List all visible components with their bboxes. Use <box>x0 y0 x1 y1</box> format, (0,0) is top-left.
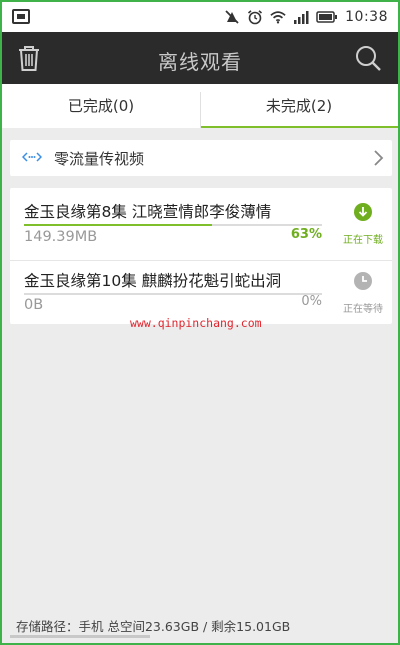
zero-traffic-label: 零流量传视频 <box>54 149 145 168</box>
chevron-right-icon <box>372 149 384 167</box>
download-icon <box>353 202 373 222</box>
progress-fill <box>24 224 212 226</box>
signal-icon <box>293 9 309 25</box>
waiting-status-text: 正在等待 <box>343 304 383 315</box>
progress-bar <box>24 224 322 226</box>
app-frame: 10:38 离线观看 已完成(0) 未完成(2) 零流量传视频 金玉良缘第8集 … <box>0 0 400 645</box>
page-title: 离线观看 <box>158 50 242 74</box>
watermark-text: www.qinpinchang.com <box>130 316 262 330</box>
clock-time: 10:38 <box>345 9 388 25</box>
progress-bar <box>24 293 322 295</box>
image-icon <box>12 9 30 24</box>
download-size: 149.39MB <box>24 229 98 245</box>
tab-divider <box>200 92 201 128</box>
mute-icon <box>224 9 240 25</box>
download-size: 0B <box>24 297 44 313</box>
waiting-status-button[interactable]: 正在等待 <box>338 271 388 315</box>
clock-icon <box>353 271 373 291</box>
status-bar: 10:38 <box>2 2 398 32</box>
share-dots-icon <box>21 151 46 165</box>
download-status-text: 正在下载 <box>343 235 383 246</box>
search-icon[interactable] <box>354 44 382 72</box>
alarm-icon <box>247 9 263 25</box>
tab-completed[interactable]: 已完成(0) <box>2 84 200 128</box>
download-item[interactable]: 金玉良缘第10集 麒麟扮花魁引蛇出洞 0B 0% 正在等待 <box>10 260 392 324</box>
download-percent: 0% <box>301 294 322 309</box>
battery-icon <box>316 9 338 25</box>
title-bar: 离线观看 <box>2 32 398 84</box>
download-list: 金玉良缘第8集 江晓萱情郎李俊薄情 149.39MB 63% 正在下载 金玉良缘… <box>10 188 392 324</box>
tab-bar: 已完成(0) 未完成(2) <box>2 84 398 128</box>
download-status-button[interactable]: 正在下载 <box>338 202 388 246</box>
download-item[interactable]: 金玉良缘第8集 江晓萱情郎李俊薄情 149.39MB 63% 正在下载 <box>10 188 392 260</box>
storage-info: 存储路径：手机 总空间23.63GB / 剩余15.01GB <box>16 619 291 634</box>
wifi-icon <box>270 9 286 25</box>
download-title: 金玉良缘第8集 江晓萱情郎李俊薄情 <box>24 203 272 221</box>
zero-traffic-row[interactable]: 零流量传视频 <box>10 140 392 176</box>
download-percent: 63% <box>290 227 322 242</box>
tab-incomplete[interactable]: 未完成(2) <box>200 84 398 128</box>
scroll-indicator <box>10 635 150 638</box>
download-title: 金玉良缘第10集 麒麟扮花魁引蛇出洞 <box>24 272 282 290</box>
